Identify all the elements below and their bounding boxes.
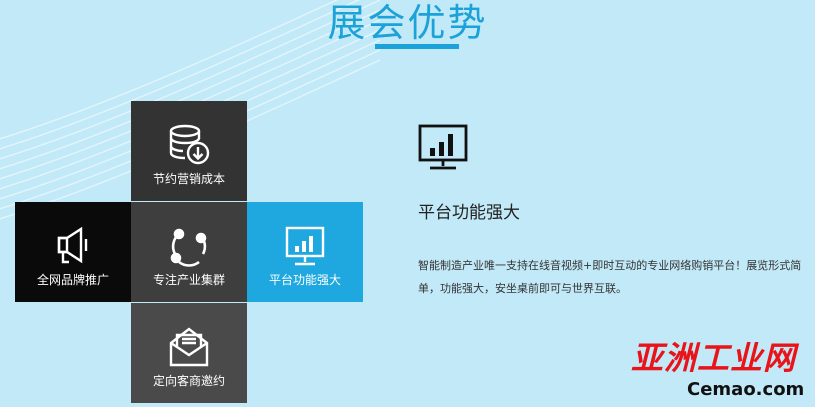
tile-label: 平台功能强大 <box>268 273 341 287</box>
feature-title: 平台功能强大 <box>418 203 520 223</box>
tile-platform-features[interactable]: 平台功能强大 <box>247 202 363 302</box>
tile-industry-cluster[interactable]: 专注产业集群 <box>131 202 247 302</box>
cycle-nodes-icon <box>131 222 247 270</box>
monitor-chart-icon <box>418 124 468 170</box>
tile-label: 节约营销成本 <box>152 172 225 186</box>
megaphone-icon <box>15 222 131 270</box>
tile-targeted-invitation[interactable]: 定向客商邀约 <box>131 303 247 403</box>
database-download-icon <box>131 121 247 169</box>
tile-label: 全网品牌推广 <box>36 273 109 287</box>
monitor-chart-icon <box>247 222 363 270</box>
watermark-logo: 亚洲工业网 Cemao.com <box>631 338 811 404</box>
tile-label: 定向客商邀约 <box>152 374 225 388</box>
envelope-letter-icon <box>131 323 247 371</box>
watermark-url: Cemao.com <box>687 379 805 400</box>
tile-label: 专注产业集群 <box>152 273 225 287</box>
tile-save-marketing-cost[interactable]: 节约营销成本 <box>131 101 247 201</box>
title-underline <box>375 44 459 49</box>
tile-brand-promotion[interactable]: 全网品牌推广 <box>15 202 131 302</box>
section-title: 展会优势 <box>327 1 488 45</box>
feature-description: 智能制造产业唯一支持在线音视频+即时互动的专业网络购销平台！展览形式简单，功能强… <box>418 259 802 295</box>
watermark-brand: 亚洲工业网 <box>631 339 797 377</box>
